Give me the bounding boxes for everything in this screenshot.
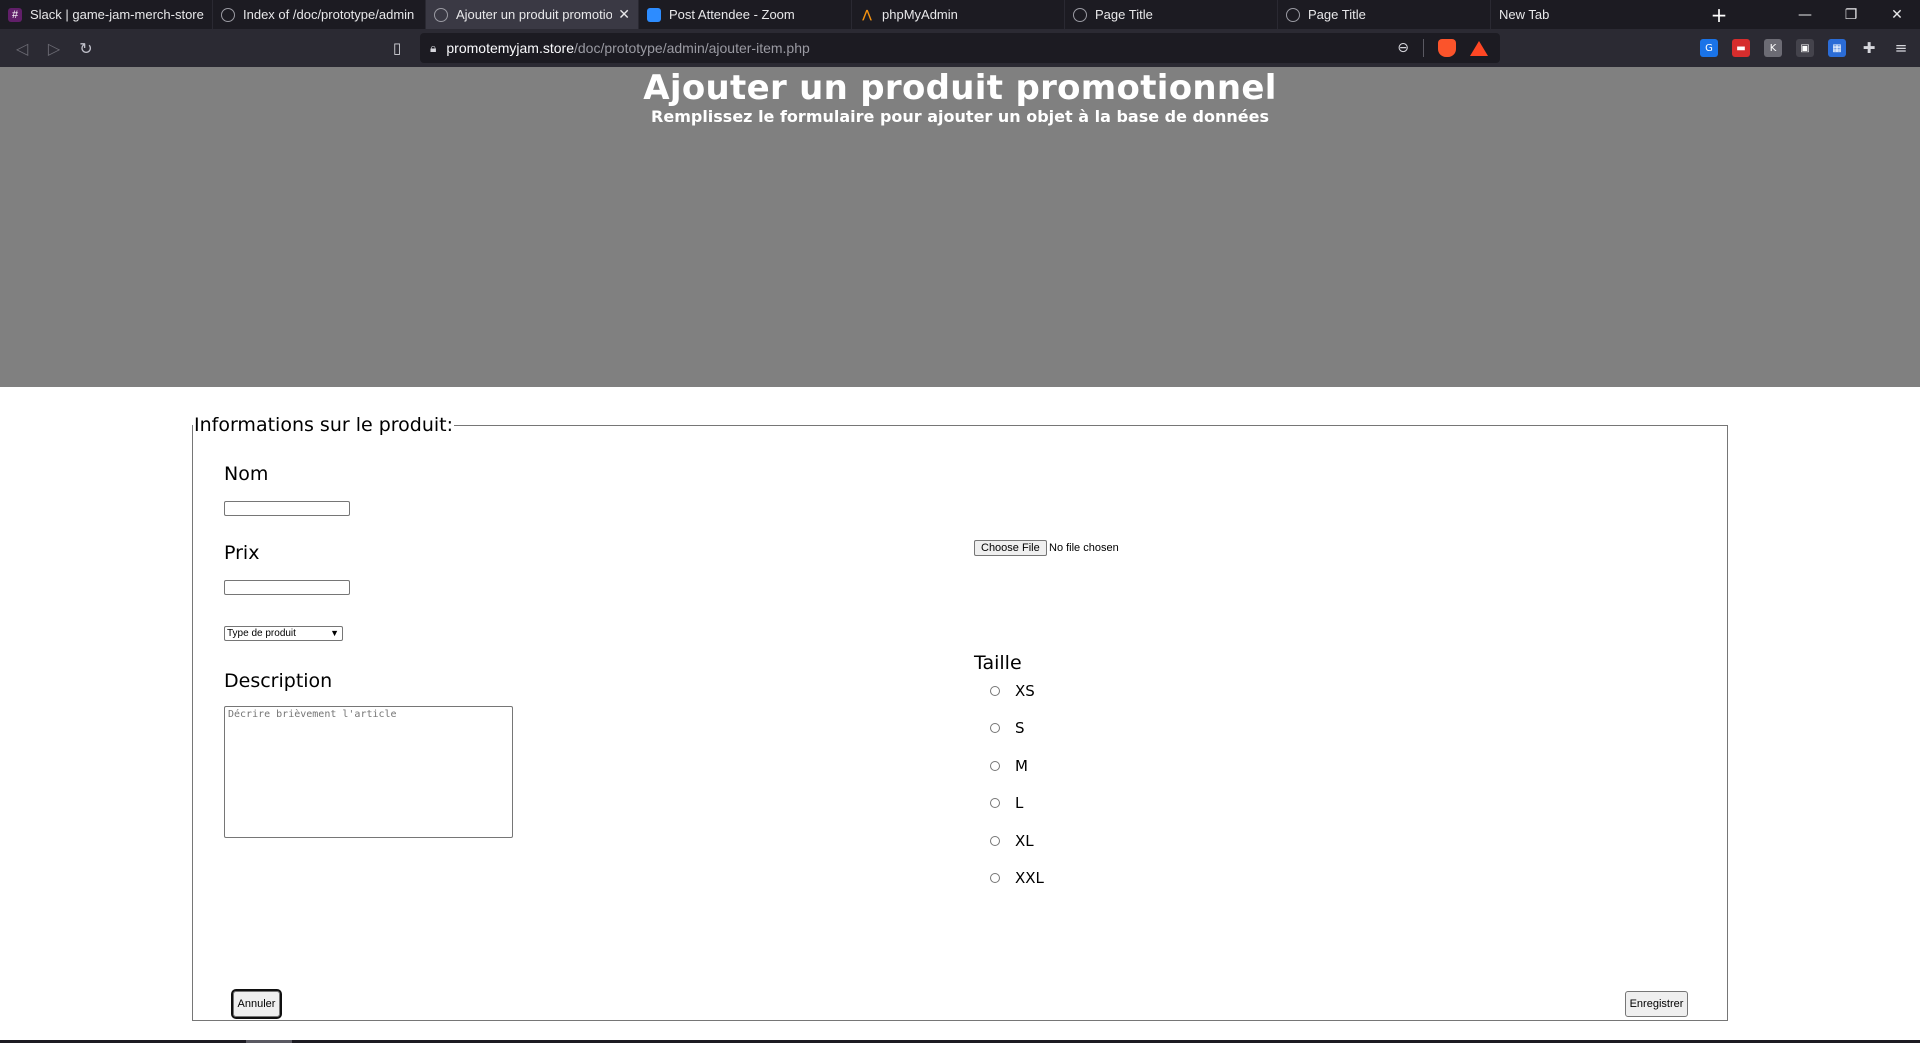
new-tab-plus-icon[interactable]: + xyxy=(1704,0,1734,29)
file-status: No file chosen xyxy=(1049,542,1119,554)
tab-ajouter-produit[interactable]: Ajouter un produit promotio ✕ xyxy=(426,0,639,29)
radio-m[interactable] xyxy=(990,761,1000,771)
url-bar-icons: ⊖ xyxy=(1397,33,1488,63)
translate-extension-icon[interactable]: G xyxy=(1700,39,1718,57)
extension-k-icon[interactable]: K xyxy=(1764,39,1782,57)
browser-tab-bar: # Slack | game-jam-merch-store | C Index… xyxy=(0,0,1920,29)
url-path: /doc/prototype/admin/ajouter-item.php xyxy=(573,40,810,56)
restore-icon[interactable]: ❐ xyxy=(1828,0,1874,29)
tab-phpmyadmin[interactable]: ⋀ phpMyAdmin xyxy=(852,0,1065,29)
save-button[interactable]: Enregistrer xyxy=(1625,991,1688,1017)
slack-icon: # xyxy=(8,7,22,22)
choose-file-button[interactable]: Choose File xyxy=(974,540,1047,556)
bookmark-icon[interactable]: ▯ xyxy=(384,32,410,64)
tab-page-title-1[interactable]: Page Title xyxy=(1065,0,1278,29)
size-option-xl[interactable]: XL xyxy=(990,832,1034,850)
size-label: S xyxy=(1015,719,1025,737)
divider xyxy=(1423,39,1424,57)
tab-zoom[interactable]: Post Attendee - Zoom xyxy=(639,0,852,29)
radio-xs[interactable] xyxy=(990,686,1000,696)
globe-icon xyxy=(434,7,448,22)
window-controls: — ❐ ✕ xyxy=(1782,0,1920,29)
menu-icon[interactable]: ≡ xyxy=(1892,39,1910,57)
zoom-magnifier-icon[interactable]: ⊖ xyxy=(1397,40,1409,56)
page-header: Ajouter un produit promotionnel Rempliss… xyxy=(0,67,1920,387)
page-viewport: Ajouter un produit promotionnel Rempliss… xyxy=(0,67,1920,1043)
tab-label: New Tab xyxy=(1499,7,1550,22)
brave-rewards-icon[interactable] xyxy=(1470,40,1488,56)
globe-icon xyxy=(221,7,235,22)
extension-reader-icon[interactable]: ▣ xyxy=(1796,39,1814,57)
product-info-fieldset: Informations sur le produit: Nom Prix Ty… xyxy=(192,414,1728,1021)
prix-label: Prix xyxy=(224,542,260,564)
size-label: L xyxy=(1015,794,1024,812)
size-label: XL xyxy=(1015,832,1034,850)
size-label: M xyxy=(1015,757,1028,775)
zoom-icon xyxy=(647,7,661,22)
nom-label: Nom xyxy=(224,463,269,485)
description-textarea[interactable]: Décrire brièvement l'article xyxy=(224,706,513,838)
tab-new-tab[interactable]: New Tab xyxy=(1491,0,1704,29)
phpmyadmin-icon: ⋀ xyxy=(862,9,872,21)
page-title: Ajouter un produit promotionnel xyxy=(643,68,1277,108)
tab-label: Ajouter un produit promotio xyxy=(456,7,613,22)
nom-input[interactable] xyxy=(224,501,350,516)
extension-calendar-icon[interactable]: ▦ xyxy=(1828,39,1846,57)
tab-label: Page Title xyxy=(1095,7,1153,22)
tab-label: Slack | game-jam-merch-store | C xyxy=(30,7,204,22)
close-window-icon[interactable]: ✕ xyxy=(1874,0,1920,29)
brave-shields-icon[interactable] xyxy=(1438,39,1456,57)
fieldset-legend: Informations sur le produit: xyxy=(194,414,454,436)
tab-label: Page Title xyxy=(1308,7,1366,22)
minimize-icon[interactable]: — xyxy=(1782,0,1828,29)
radio-s[interactable] xyxy=(990,723,1000,733)
url-host: promotemyjam.store xyxy=(446,40,574,56)
tab-label: phpMyAdmin xyxy=(882,7,958,22)
chevron-down-icon: ▼ xyxy=(330,628,339,638)
tab-label: Index of /doc/prototype/admin xyxy=(243,7,415,22)
tab-page-title-2[interactable]: Page Title xyxy=(1278,0,1491,29)
size-label: XS xyxy=(1015,682,1035,700)
page-subtitle: Remplissez le formulaire pour ajouter un… xyxy=(651,107,1269,126)
lock-icon: 🔒︎ xyxy=(430,40,437,55)
extension-red-icon[interactable]: ▬ xyxy=(1732,39,1750,57)
forward-icon[interactable]: ▷ xyxy=(38,32,70,64)
taille-label: Taille xyxy=(974,652,1022,674)
puzzle-extensions-icon[interactable]: ✚ xyxy=(1860,39,1878,57)
cancel-button[interactable]: Annuler xyxy=(231,989,282,1019)
globe-icon xyxy=(1073,7,1087,22)
close-tab-icon[interactable]: ✕ xyxy=(618,6,630,23)
globe-icon xyxy=(1286,7,1300,22)
radio-xl[interactable] xyxy=(990,836,1000,846)
select-value: Type de produit xyxy=(227,628,296,639)
tab-slack[interactable]: # Slack | game-jam-merch-store | C xyxy=(0,0,213,29)
extensions-toolbar: G ▬ K ▣ ▦ ✚ ≡ xyxy=(1700,29,1910,67)
radio-xxl[interactable] xyxy=(990,873,1000,883)
size-option-xs[interactable]: XS xyxy=(990,682,1035,700)
back-icon[interactable]: ◁ xyxy=(6,32,38,64)
reload-icon[interactable]: ↻ xyxy=(70,32,102,64)
tab-label: Post Attendee - Zoom xyxy=(669,7,795,22)
size-label: XXL xyxy=(1015,869,1044,887)
size-option-l[interactable]: L xyxy=(990,794,1023,812)
size-option-xxl[interactable]: XXL xyxy=(990,869,1044,887)
browser-nav-bar: ◁ ▷ ↻ ▯ 🔒︎ promotemyjam.store/doc/protot… xyxy=(0,29,1920,67)
tab-index-admin[interactable]: Index of /doc/prototype/admin xyxy=(213,0,426,29)
prix-input[interactable] xyxy=(224,580,350,595)
radio-l[interactable] xyxy=(990,798,1000,808)
type-produit-select[interactable]: Type de produit ▼ xyxy=(224,626,343,641)
description-label: Description xyxy=(224,670,333,692)
size-option-m[interactable]: M xyxy=(990,757,1028,775)
address-bar[interactable]: 🔒︎ promotemyjam.store/doc/prototype/admi… xyxy=(420,33,1500,63)
size-option-s[interactable]: S xyxy=(990,719,1025,737)
